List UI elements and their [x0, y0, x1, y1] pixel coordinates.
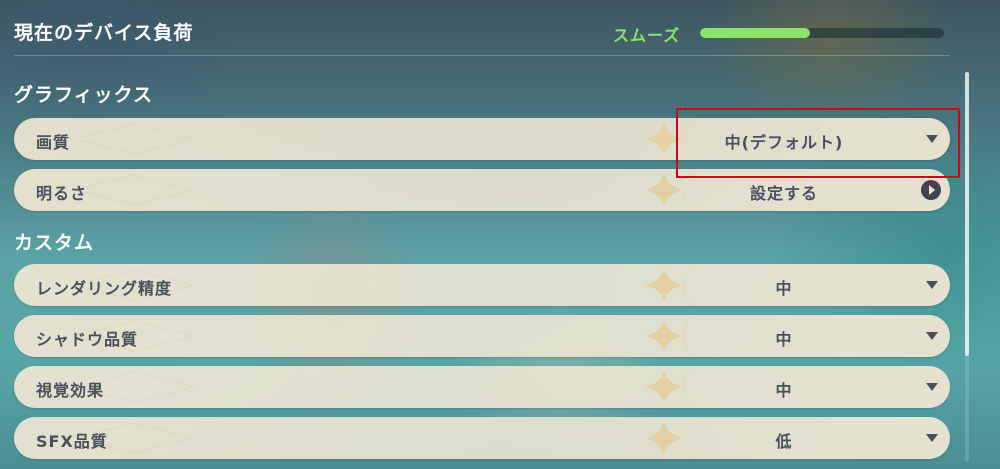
chevron-down-icon[interactable]	[926, 332, 938, 340]
setting-label-render-resolution: レンダリング精度	[36, 279, 173, 298]
load-status-label: スムーズ	[613, 26, 681, 45]
setting-row-brightness[interactable]: 明るさ 設定する	[14, 169, 950, 211]
setting-row-render-resolution[interactable]: レンダリング精度 中	[14, 264, 950, 306]
chevron-down-icon[interactable]	[926, 281, 938, 289]
setting-value-sfx-quality: 低	[775, 432, 793, 451]
section-title-custom: カスタム	[14, 232, 95, 254]
device-load-bar-fill	[700, 28, 810, 38]
chevron-down-icon[interactable]	[926, 434, 938, 442]
setting-label-graphics-quality: 画質	[36, 133, 71, 152]
arrow-right-circle-icon[interactable]	[921, 180, 941, 200]
setting-value-brightness: 設定する	[749, 184, 818, 203]
setting-row-graphics-quality[interactable]: 画質 中(デフォルト)	[14, 118, 950, 160]
row-ornament	[74, 174, 194, 206]
setting-label-brightness: 明るさ	[36, 184, 88, 203]
chevron-down-icon[interactable]	[926, 135, 938, 143]
setting-row-visual-effects[interactable]: 視覚効果 中	[14, 366, 950, 408]
chevron-down-icon[interactable]	[926, 383, 938, 391]
header-divider	[14, 55, 950, 56]
device-load-bar	[700, 28, 944, 38]
section-title-graphics: グラフィックス	[14, 84, 154, 106]
setting-value-graphics-quality: 中(デフォルト)	[724, 133, 844, 152]
setting-value-shadow-quality: 中	[775, 330, 793, 349]
setting-value-render-resolution: 中	[775, 279, 793, 298]
setting-label-shadow-quality: シャドウ品質	[36, 330, 139, 349]
setting-row-shadow-quality[interactable]: シャドウ品質 中	[14, 315, 950, 357]
device-load-title: 現在のデバイス負荷	[14, 22, 194, 44]
setting-label-sfx-quality: SFX品質	[36, 432, 108, 451]
scrollbar-thumb[interactable]	[965, 72, 969, 356]
setting-label-visual-effects: 視覚効果	[36, 381, 105, 400]
setting-value-visual-effects: 中	[775, 381, 793, 400]
setting-row-sfx-quality[interactable]: SFX品質 低	[14, 417, 950, 459]
row-ornament	[74, 123, 194, 155]
scrollbar[interactable]	[965, 72, 969, 462]
